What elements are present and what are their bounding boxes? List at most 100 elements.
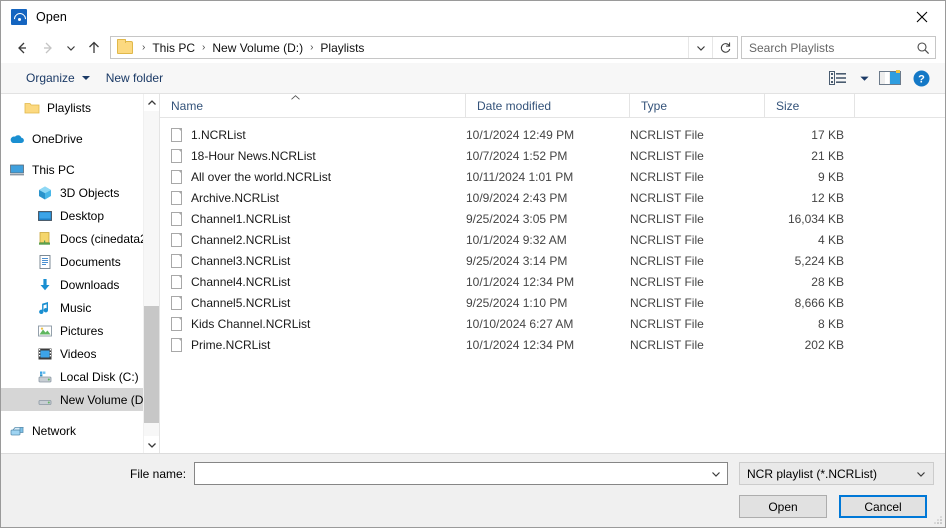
file-name-field[interactable] bbox=[194, 462, 728, 485]
preview-pane-button[interactable] bbox=[875, 66, 905, 90]
table-row[interactable]: Channel5.NCRList 9/25/2024 1:10 PM NCRLI… bbox=[160, 292, 945, 313]
file-size: 8 KB bbox=[817, 316, 844, 331]
breadcrumb-new-volume[interactable]: New Volume (D:) bbox=[210, 41, 305, 55]
file-type: NCRLIST File bbox=[630, 169, 704, 184]
file-type-dropdown[interactable]: NCR playlist (*.NCRList) bbox=[739, 462, 934, 485]
file-icon bbox=[171, 169, 182, 184]
sidebar-item-label: Downloads bbox=[60, 277, 120, 292]
file-name-cell: Channel5.NCRList bbox=[160, 295, 466, 310]
sidebar-item-pictures[interactable]: Pictures bbox=[1, 319, 159, 342]
file-name: Channel2.NCRList bbox=[191, 232, 291, 247]
chevron-down-icon bbox=[696, 45, 705, 51]
table-row[interactable]: Prime.NCRList 10/1/2024 12:34 PM NCRLIST… bbox=[160, 334, 945, 355]
table-row[interactable]: Channel2.NCRList 10/1/2024 9:32 AM NCRLI… bbox=[160, 229, 945, 250]
sidebar-item-this-pc[interactable]: This PC bbox=[1, 158, 159, 181]
scrollbar-thumb[interactable] bbox=[144, 306, 159, 423]
file-date: 10/11/2024 1:01 PM bbox=[466, 169, 574, 184]
refresh-button[interactable] bbox=[712, 37, 737, 58]
file-size: 202 KB bbox=[804, 337, 844, 352]
resize-grip-icon[interactable] bbox=[933, 515, 943, 525]
new-folder-label: New folder bbox=[105, 71, 164, 85]
help-button[interactable]: ? bbox=[906, 66, 936, 90]
sidebar-item-videos[interactable]: Videos bbox=[1, 342, 159, 365]
cancel-button[interactable]: Cancel bbox=[839, 495, 927, 518]
column-header-label: Date modified bbox=[477, 98, 552, 113]
sidebar-item-new-volume-d[interactable]: New Volume (D: bbox=[1, 388, 159, 411]
organize-button[interactable]: Organize bbox=[18, 68, 98, 88]
file-name-cell: Channel4.NCRList bbox=[160, 274, 466, 289]
close-icon[interactable] bbox=[899, 1, 945, 32]
breadcrumb-playlists[interactable]: Playlists bbox=[318, 41, 366, 55]
sidebar-item-label: Pictures bbox=[60, 323, 104, 338]
new-folder-button[interactable]: New folder bbox=[98, 68, 171, 88]
column-header-size[interactable]: Size bbox=[765, 94, 855, 117]
address-bar[interactable]: › This PC › New Volume (D:) › Playlists bbox=[110, 36, 738, 59]
file-date: 9/25/2024 3:14 PM bbox=[466, 253, 568, 268]
sidebar-item-documents[interactable]: Documents bbox=[1, 250, 159, 273]
command-toolbar: Organize New folder ? bbox=[1, 63, 945, 94]
recent-locations-button[interactable] bbox=[61, 35, 81, 61]
file-type: NCRLIST File bbox=[630, 337, 704, 352]
file-name-cell: Channel2.NCRList bbox=[160, 232, 466, 247]
table-row[interactable]: All over the world.NCRList 10/11/2024 1:… bbox=[160, 166, 945, 187]
sidebar-item-3d-objects[interactable]: 3D Objects bbox=[1, 181, 159, 204]
table-row[interactable]: Channel1.NCRList 9/25/2024 3:05 PM NCRLI… bbox=[160, 208, 945, 229]
forward-button[interactable] bbox=[35, 35, 61, 61]
file-date: 10/1/2024 12:34 PM bbox=[466, 337, 575, 352]
preview-pane-icon bbox=[879, 70, 901, 85]
address-dropdown-button[interactable] bbox=[688, 37, 712, 58]
file-type: NCRLIST File bbox=[630, 190, 704, 205]
file-size: 12 KB bbox=[811, 190, 844, 205]
file-name-dropdown-button[interactable] bbox=[705, 463, 727, 484]
sidebar-item-label: Documents bbox=[60, 254, 121, 269]
scroll-down-button[interactable] bbox=[144, 436, 159, 453]
chevron-down-icon bbox=[859, 76, 869, 81]
table-row[interactable]: 1.NCRList 10/1/2024 12:49 PM NCRLIST Fil… bbox=[160, 124, 945, 145]
breadcrumb-this-pc[interactable]: This PC bbox=[150, 41, 197, 55]
search-input[interactable] bbox=[742, 40, 911, 55]
file-name-cell: Prime.NCRList bbox=[160, 337, 466, 352]
search-box[interactable] bbox=[741, 36, 936, 59]
sidebar-item-onedrive[interactable]: OneDrive bbox=[1, 127, 159, 150]
open-button[interactable]: Open bbox=[739, 495, 827, 518]
table-row[interactable]: Archive.NCRList 10/9/2024 2:43 PM NCRLIS… bbox=[160, 187, 945, 208]
table-row[interactable]: 18-Hour News.NCRList 10/7/2024 1:52 PM N… bbox=[160, 145, 945, 166]
table-row[interactable]: Channel4.NCRList 10/1/2024 12:34 PM NCRL… bbox=[160, 271, 945, 292]
svg-text:?: ? bbox=[918, 73, 925, 85]
videos-icon bbox=[37, 346, 53, 362]
file-name-cell: Channel3.NCRList bbox=[160, 253, 466, 268]
up-button[interactable] bbox=[81, 35, 107, 61]
file-name: 18-Hour News.NCRList bbox=[191, 148, 316, 163]
sidebar-item-label: 3D Objects bbox=[60, 185, 120, 200]
file-name-input[interactable] bbox=[195, 466, 705, 481]
sidebar-item-desktop[interactable]: Desktop bbox=[1, 204, 159, 227]
close-glyph bbox=[916, 11, 928, 22]
sidebar-item-playlists[interactable]: Playlists bbox=[1, 96, 159, 119]
table-row[interactable]: Kids Channel.NCRList 10/10/2024 6:27 AM … bbox=[160, 313, 945, 334]
sidebar-item-local-disk-c[interactable]: Local Disk (C:) bbox=[1, 365, 159, 388]
search-icon[interactable] bbox=[911, 41, 935, 55]
sidebar-item-docs-cinedata[interactable]: Docs (cinedata2. bbox=[1, 227, 159, 250]
cancel-button-label: Cancel bbox=[864, 499, 902, 514]
column-header-type[interactable]: Type bbox=[630, 94, 765, 117]
sidebar-item-label: New Volume (D: bbox=[60, 392, 147, 407]
sidebar-item-downloads[interactable]: Downloads bbox=[1, 273, 159, 296]
scrollbar-track[interactable] bbox=[144, 111, 159, 436]
arrow-right-icon bbox=[44, 42, 52, 53]
sidebar-item-label: Playlists bbox=[47, 100, 92, 115]
back-button[interactable] bbox=[9, 35, 35, 61]
sidebar-item-network[interactable]: Network bbox=[1, 419, 159, 442]
view-options-caret[interactable] bbox=[854, 66, 874, 90]
sidebar-item-label: Network bbox=[32, 423, 77, 438]
sidebar-item-music[interactable]: Music bbox=[1, 296, 159, 319]
column-header-name[interactable]: Name bbox=[160, 94, 466, 117]
view-options-button[interactable] bbox=[823, 66, 853, 90]
column-header-date-modified[interactable]: Date modified bbox=[466, 94, 630, 117]
file-icon bbox=[171, 148, 182, 163]
sidebar-scrollbar[interactable] bbox=[143, 94, 159, 453]
organize-label: Organize bbox=[26, 71, 75, 85]
scroll-up-button[interactable] bbox=[144, 94, 159, 111]
network-icon bbox=[9, 423, 25, 439]
table-row[interactable]: Channel3.NCRList 9/25/2024 3:14 PM NCRLI… bbox=[160, 250, 945, 271]
file-name: Channel4.NCRList bbox=[191, 274, 291, 289]
